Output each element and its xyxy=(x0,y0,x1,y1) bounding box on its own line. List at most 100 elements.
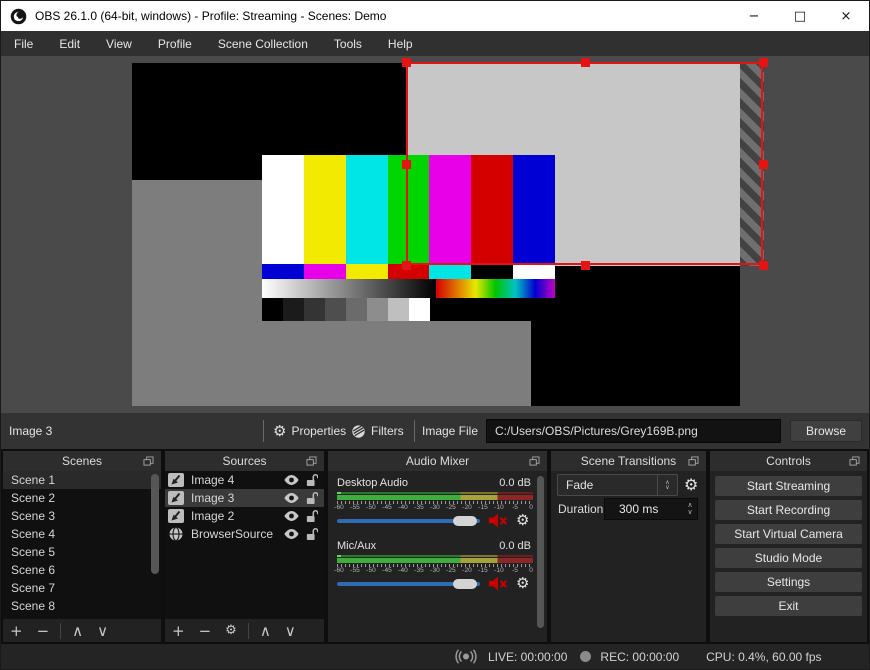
maximize-button[interactable]: □ xyxy=(777,1,823,31)
selection-handle-top-left[interactable] xyxy=(402,58,411,67)
sources-header[interactable]: Sources xyxy=(165,451,324,471)
unlock-icon[interactable] xyxy=(306,509,318,523)
colorbars-gradient-row xyxy=(262,279,555,298)
volume-slider[interactable] xyxy=(337,516,480,526)
source-list-item-selected[interactable]: Image 3 xyxy=(165,489,324,507)
sources-list: Image 4 Image 3 Image 2 BrowserSource xyxy=(165,471,324,619)
duration-label: Duration xyxy=(558,502,604,516)
filters-button[interactable]: Filters xyxy=(351,413,404,449)
scene-list-item[interactable]: Scene 3 xyxy=(3,507,161,525)
channel-settings-gear-icon[interactable]: ⚙ xyxy=(516,511,529,529)
scene-list-item[interactable]: Scene 4 xyxy=(3,525,161,543)
source-black-bottom-right[interactable] xyxy=(531,265,740,406)
start-virtual-camera-button[interactable]: Start Virtual Camera xyxy=(715,524,862,544)
title-bar[interactable]: OBS 26.1.0 (64-bit, windows) - Profile: … xyxy=(1,1,869,31)
source-list-item[interactable]: Image 2 xyxy=(165,507,324,525)
scenes-scrollbar[interactable] xyxy=(151,474,159,574)
source-properties-button[interactable]: ⚙ xyxy=(225,623,237,638)
scene-list-item[interactable]: Scene 8 xyxy=(3,597,161,615)
menu-edit[interactable]: Edit xyxy=(46,31,93,56)
mute-icon[interactable] xyxy=(488,576,508,591)
colorbars-steps-row xyxy=(262,298,555,321)
unlock-icon[interactable] xyxy=(306,473,318,487)
minimize-button[interactable]: − xyxy=(731,1,777,31)
eye-icon[interactable] xyxy=(283,528,300,540)
popout-icon[interactable] xyxy=(143,456,154,466)
start-recording-button[interactable]: Start Recording xyxy=(715,500,862,520)
eye-icon[interactable] xyxy=(283,510,300,522)
selection-bounding-box[interactable] xyxy=(406,62,763,265)
popout-icon[interactable] xyxy=(529,456,540,466)
selection-handle-bottom-left[interactable] xyxy=(402,261,411,270)
popout-icon[interactable] xyxy=(849,456,860,466)
menu-tools[interactable]: Tools xyxy=(321,31,375,56)
start-streaming-button[interactable]: Start Streaming xyxy=(715,476,862,496)
volume-slider-handle[interactable] xyxy=(453,579,477,589)
source-list-item[interactable]: Image 4 xyxy=(165,471,324,489)
volume-slider[interactable] xyxy=(337,579,480,589)
remove-scene-button[interactable]: − xyxy=(37,622,50,640)
move-source-up-button[interactable]: ∧ xyxy=(260,622,271,640)
selection-handle-left-middle[interactable] xyxy=(402,160,411,169)
eye-icon[interactable] xyxy=(283,492,300,504)
scene-transitions-header[interactable]: Scene Transitions xyxy=(551,451,706,471)
menu-help[interactable]: Help xyxy=(375,31,426,56)
audio-mixer-header[interactable]: Audio Mixer xyxy=(328,451,547,471)
menu-file[interactable]: File xyxy=(1,31,46,56)
volume-slider-handle[interactable] xyxy=(453,516,477,526)
selection-handle-top-middle[interactable] xyxy=(581,58,590,67)
menu-profile[interactable]: Profile xyxy=(145,31,205,56)
move-source-down-button[interactable]: ∨ xyxy=(285,622,296,640)
add-scene-button[interactable]: + xyxy=(10,622,23,640)
mixer-scrollbar[interactable] xyxy=(537,476,544,628)
move-scene-up-button[interactable]: ∧ xyxy=(72,622,83,640)
mute-icon[interactable] xyxy=(488,513,508,528)
studio-mode-button[interactable]: Studio Mode xyxy=(715,548,862,568)
dock-area: Scenes Scene 1 Scene 2 Scene 3 Scene 4 S… xyxy=(1,449,869,646)
add-source-button[interactable]: + xyxy=(172,622,185,640)
selection-handle-bottom-right[interactable] xyxy=(759,261,768,270)
eye-icon[interactable] xyxy=(283,474,300,486)
controls-header[interactable]: Controls xyxy=(710,451,867,471)
scenes-header[interactable]: Scenes xyxy=(3,451,161,471)
selection-handle-bottom-middle[interactable] xyxy=(581,261,590,270)
properties-button[interactable]: ⚙ Properties xyxy=(273,413,346,449)
broadcast-icon xyxy=(455,649,477,664)
duration-spinner[interactable]: ∧ ∨ xyxy=(682,498,698,520)
unlock-icon[interactable] xyxy=(306,491,318,505)
transition-select[interactable]: Fade ∧ ∨ xyxy=(557,474,678,496)
unlock-icon[interactable] xyxy=(306,527,318,541)
rec-time: REC: 00:00:00 xyxy=(600,649,680,664)
scene-list-item[interactable]: Scene 1 xyxy=(3,471,161,489)
source-list-item[interactable]: BrowserSource xyxy=(165,525,324,543)
menu-scene-collection[interactable]: Scene Collection xyxy=(205,31,321,56)
scene-list-item[interactable]: Scene 2 xyxy=(3,489,161,507)
channel-db-value: 0.0 dB xyxy=(499,477,531,489)
browse-button[interactable]: Browse xyxy=(790,420,862,442)
close-button[interactable]: × xyxy=(823,1,869,31)
selection-handle-top-right[interactable] xyxy=(759,58,768,67)
cpu-fps-stats: CPU: 0.4%, 60.00 fps xyxy=(706,649,822,664)
image-source-icon xyxy=(168,491,184,505)
popout-icon[interactable] xyxy=(688,456,699,466)
scenes-list: Scene 1 Scene 2 Scene 3 Scene 4 Scene 5 … xyxy=(3,471,161,619)
remove-source-button[interactable]: − xyxy=(199,622,212,640)
scenes-panel: Scenes Scene 1 Scene 2 Scene 3 Scene 4 S… xyxy=(3,451,161,642)
selection-handle-right-middle[interactable] xyxy=(759,160,768,169)
transition-select-spinner[interactable]: ∧ ∨ xyxy=(657,475,677,495)
exit-button[interactable]: Exit xyxy=(715,596,862,616)
image-file-input[interactable] xyxy=(486,419,781,443)
source-name: BrowserSource xyxy=(191,527,274,541)
toolbar-separator xyxy=(60,622,62,639)
scene-list-item[interactable]: Scene 5 xyxy=(3,543,161,561)
popout-icon[interactable] xyxy=(306,456,317,466)
scene-list-item[interactable]: Scene 7 xyxy=(3,579,161,597)
move-scene-down-button[interactable]: ∨ xyxy=(97,622,108,640)
channel-settings-gear-icon[interactable]: ⚙ xyxy=(516,574,529,592)
meter-tick-labels: -60 -55 -50 -45 -40 -35 -30 -25 -20 -15 -10 -5… xyxy=(334,504,533,511)
scene-list-item[interactable]: Scene 6 xyxy=(3,561,161,579)
meter-tick-labels: -60 -55 -50 -45 -40 -35 -30 -25 -20 -15 -10 -5… xyxy=(334,567,533,574)
menu-view[interactable]: View xyxy=(93,31,145,56)
transition-settings-gear-icon[interactable]: ⚙ xyxy=(684,475,698,494)
settings-button[interactable]: Settings xyxy=(715,572,862,592)
